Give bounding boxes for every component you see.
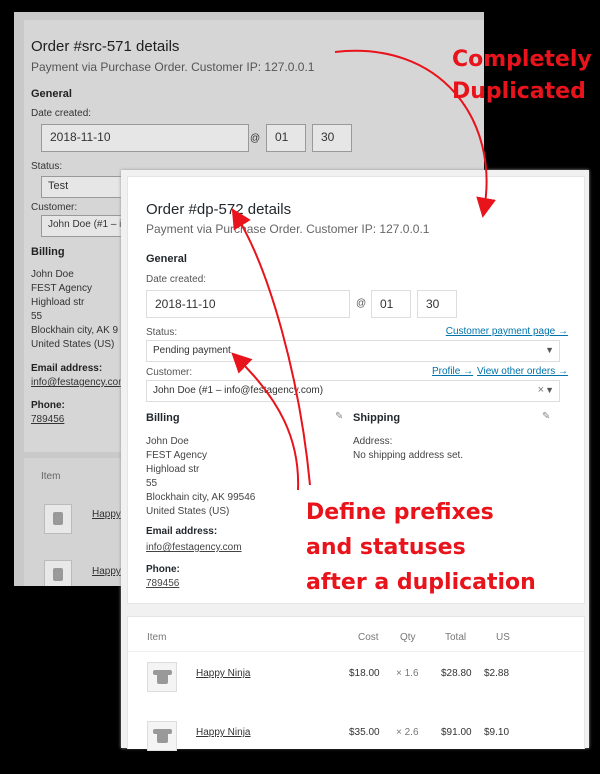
prefix-arrow bbox=[231, 208, 311, 486]
callout-line: after a duplication bbox=[306, 570, 536, 595]
completely-duplicated-callout: Completely Duplicated bbox=[452, 44, 592, 108]
define-prefixes-callout: Define prefixes and statuses after a dup… bbox=[306, 495, 536, 600]
callout-line: Define prefixes bbox=[306, 500, 494, 525]
callout-line: Duplicated bbox=[452, 79, 586, 104]
callout-line: and statuses bbox=[306, 535, 466, 560]
callout-line: Completely bbox=[452, 47, 592, 72]
status-arrow bbox=[231, 352, 300, 491]
annotation-arrows bbox=[231, 49, 496, 491]
